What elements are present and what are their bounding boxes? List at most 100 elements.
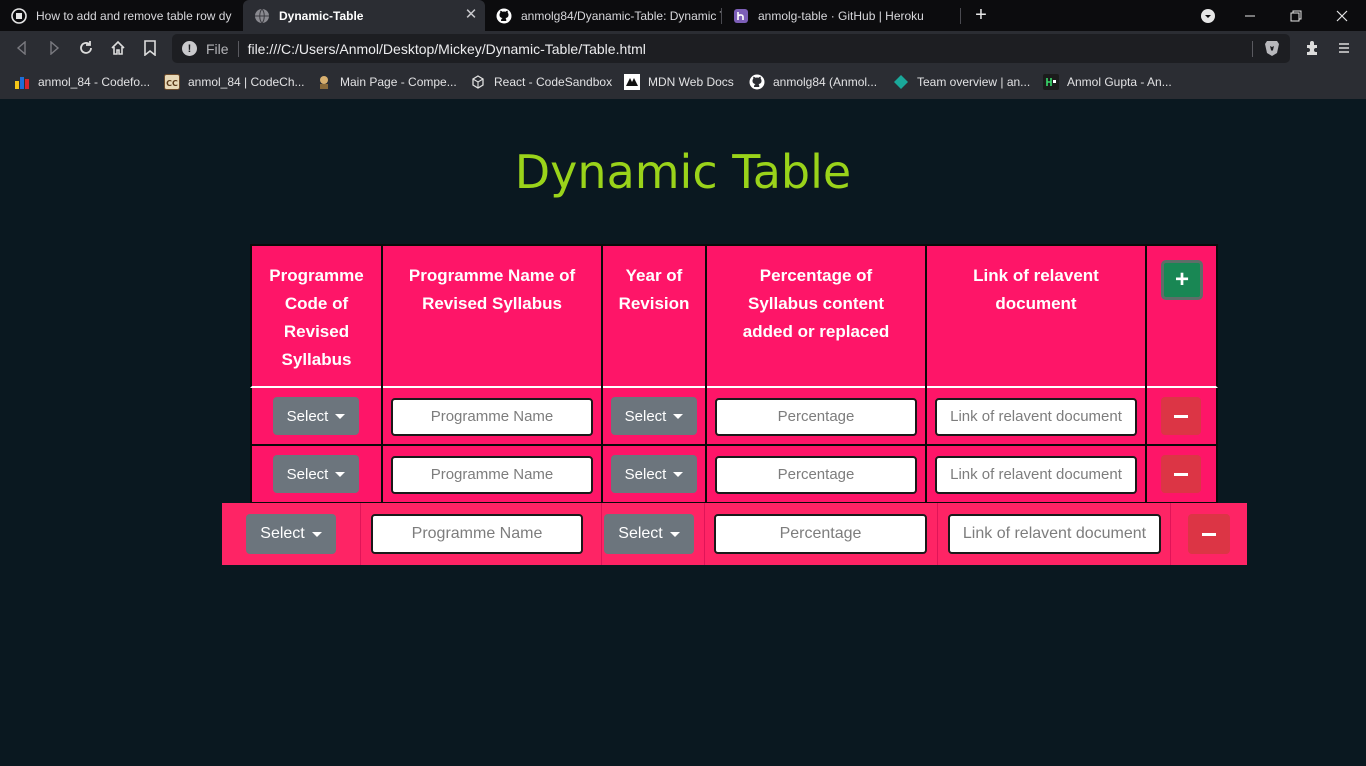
bookmark-item[interactable]: Main Page - Compe... [316, 73, 457, 91]
header-percentage: Percentage of Syllabus content added or … [707, 246, 927, 388]
bookmark-label: MDN Web Docs [648, 75, 734, 89]
tab-strip: How to add and remove table row dy Dynam… [0, 0, 1366, 31]
bookmark-label: anmolg84 (Anmol... [773, 75, 878, 89]
tab-search-icon[interactable] [1185, 0, 1231, 31]
close-tab-icon[interactable]: ✕ [463, 7, 479, 23]
tab-dynamic-table[interactable]: Dynamic-Table ✕ [243, 0, 485, 31]
bookmark-item[interactable]: CC anmol_84 | CodeCh... [164, 73, 305, 91]
address-bar[interactable]: ! File file:///C:/Users/Anmol/Desktop/Mi… [172, 34, 1290, 63]
github-icon [496, 8, 512, 24]
url-text[interactable]: file:///C:/Users/Anmol/Desktop/Mickey/Dy… [248, 41, 646, 57]
bookmark-item[interactable]: Team overview | an... [893, 73, 1030, 91]
page-content: Dynamic Table Programme Code of Revised … [0, 99, 1366, 766]
caret-down-icon [669, 531, 680, 537]
page-title: Dynamic Table [514, 145, 852, 199]
tab-title: Dynamic-Table [279, 8, 364, 23]
caret-down-icon [335, 413, 346, 419]
tab-github-repo[interactable]: anmolg84/Dyanamic-Table: Dynamic T [485, 0, 721, 31]
tab-title: anmolg84/Dyanamic-Table: Dynamic T [521, 8, 721, 23]
url-divider [1252, 41, 1253, 57]
add-row-button[interactable]: + [1161, 260, 1203, 300]
percentage-input[interactable]: Percentage [715, 456, 917, 494]
bookmark-label: anmol_84 | CodeCh... [188, 75, 305, 89]
programme-code-select[interactable]: Select [273, 455, 359, 493]
year-select[interactable]: Select [611, 397, 697, 435]
back-icon[interactable] [10, 36, 34, 60]
close-window-icon[interactable] [1319, 0, 1365, 31]
bookmark-item[interactable]: MDN Web Docs [624, 73, 734, 91]
select-label: Select [624, 465, 667, 483]
percentage-input[interactable]: Percentage [714, 514, 927, 554]
tab-title: How to add and remove table row dy [36, 8, 232, 23]
year-select[interactable]: Select [604, 514, 694, 554]
home-icon[interactable] [106, 36, 130, 60]
select-label: Select [260, 525, 305, 542]
remove-row-button[interactable] [1161, 455, 1201, 493]
bookmark-item[interactable]: Anmol Gupta - An... [1043, 73, 1172, 91]
heroku-icon [733, 8, 749, 24]
header-link: Link of relavent document [927, 246, 1147, 388]
bookmark-label: Main Page - Compe... [340, 75, 457, 89]
header-programme-name: Programme Name of Revised Syllabus [383, 246, 603, 388]
link-input[interactable]: Link of relavent document [935, 456, 1137, 494]
caret-down-icon [311, 531, 322, 537]
minimize-icon[interactable] [1227, 0, 1273, 31]
minus-icon [1174, 414, 1188, 418]
tab-codeforces[interactable]: How to add and remove table row dy [0, 0, 243, 31]
programme-code-select[interactable]: Select [273, 397, 359, 435]
file-label: File [206, 40, 229, 57]
programme-name-input[interactable]: Programme Name [391, 456, 593, 494]
select-label: Select [618, 525, 663, 542]
percentage-input[interactable]: Percentage [715, 398, 917, 436]
info-icon[interactable]: ! [182, 41, 197, 56]
tab-heroku[interactable]: anmolg-table · GitHub | Heroku [722, 0, 960, 31]
select-label: Select [286, 465, 329, 483]
forward-icon[interactable] [42, 36, 66, 60]
tab-divider [960, 8, 961, 24]
codeforces-icon [14, 74, 30, 90]
remove-row-button[interactable] [1188, 514, 1230, 554]
menu-icon[interactable] [1332, 36, 1356, 60]
bookmark-label: React - CodeSandbox [494, 75, 613, 89]
wiki-icon [316, 74, 332, 90]
programme-name-input[interactable]: Programme Name [371, 514, 583, 554]
remove-row-button[interactable] [1161, 397, 1201, 435]
new-tab-button[interactable]: + [970, 5, 992, 27]
minus-icon [1174, 472, 1188, 476]
header-year-of-revision: Year of Revision [603, 246, 707, 388]
hackerrank-icon [1043, 74, 1059, 90]
caret-down-icon [673, 471, 684, 477]
table-row: Select Programme Name Select Percentage … [250, 446, 1218, 504]
select-label: Select [286, 407, 329, 425]
svg-text:CC: CC [166, 79, 178, 88]
bookmark-item[interactable]: React - CodeSandbox [470, 73, 612, 91]
bookmark-icon[interactable] [138, 36, 162, 60]
link-input[interactable]: Link of relavent document [935, 398, 1137, 436]
tab-title: anmolg-table · GitHub | Heroku [758, 8, 924, 23]
github-icon [749, 74, 765, 90]
bookmarks-bar: anmol_84 - Codefo... CC anmol_84 | CodeC… [0, 66, 1366, 99]
browser-toolbar: ! File file:///C:/Users/Anmol/Desktop/Mi… [0, 31, 1366, 66]
brave-shield-icon[interactable] [1264, 40, 1280, 57]
programme-code-select[interactable]: Select [246, 514, 336, 554]
caret-down-icon [335, 471, 346, 477]
restore-icon[interactable] [1273, 0, 1319, 31]
codechef-icon: CC [164, 74, 180, 90]
reload-icon[interactable] [74, 36, 98, 60]
link-input[interactable]: Link of relavent document [948, 514, 1161, 554]
bookmark-label: Team overview | an... [917, 75, 1031, 89]
bookmark-item[interactable]: anmol_84 - Codefo... [14, 73, 150, 91]
codeforces-icon [11, 7, 27, 24]
year-select[interactable]: Select [611, 455, 697, 493]
table-header-row: Programme Code of Revised Syllabus Progr… [250, 244, 1218, 388]
extensions-icon[interactable] [1300, 36, 1324, 60]
caret-down-icon [673, 413, 684, 419]
codesandbox-icon [470, 74, 486, 90]
bookmark-label: Anmol Gupta - An... [1067, 75, 1172, 89]
diamond-icon [893, 74, 909, 90]
select-label: Select [624, 407, 667, 425]
table-row: Select Programme Name Select Percentage … [222, 503, 1247, 565]
bookmark-item[interactable]: anmolg84 (Anmol... [749, 73, 877, 91]
globe-icon [254, 8, 270, 24]
programme-name-input[interactable]: Programme Name [391, 398, 593, 436]
